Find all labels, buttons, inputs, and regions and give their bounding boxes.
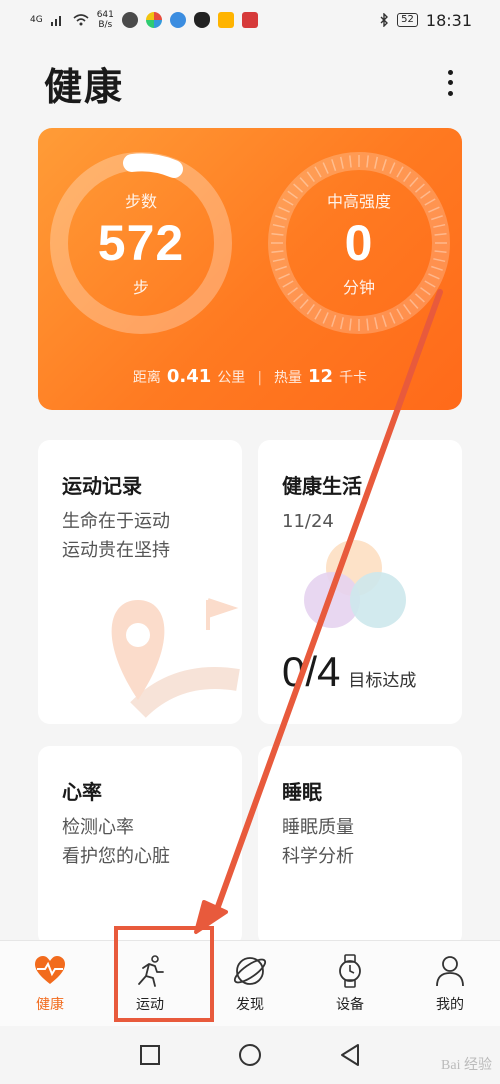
sleep-line1: 睡眠质量 — [282, 817, 354, 838]
status-bar: 4G 641 B/s 52 18:31 — [0, 0, 500, 40]
header: 健康 — [44, 58, 460, 109]
page-title: 健康 — [44, 64, 125, 109]
bottom-tab-bar: 健康 运动 发现 设备 我的 — [0, 940, 500, 1026]
tab-health[interactable]: 健康 — [10, 954, 90, 1014]
calorie-label: 热量 — [274, 370, 303, 386]
intensity-value: 0 — [344, 215, 374, 271]
tab-devices[interactable]: 设备 — [310, 953, 390, 1014]
exercise-record-card[interactable]: 运动记录 生命在于运动 运动贵在坚持 — [38, 440, 242, 724]
planet-icon — [233, 956, 267, 985]
distance-value: 0.41 — [166, 366, 212, 387]
tab-me-label: 我的 — [436, 996, 464, 1013]
intensity-label: 中高强度 — [326, 192, 391, 211]
app-notification-icon — [121, 12, 138, 28]
system-nav-bar — [0, 1026, 500, 1084]
goal-circles-icon — [304, 540, 406, 628]
app-notification-icon — [241, 12, 258, 28]
sleep-line2: 科学分析 — [282, 846, 354, 867]
app-notification-icon — [169, 12, 186, 28]
clock: 18:31 — [425, 10, 472, 30]
more-vertical-icon[interactable] — [440, 63, 460, 103]
footer-divider: | — [257, 370, 263, 386]
circle-icon[interactable] — [235, 1040, 265, 1070]
wifi-icon — [73, 14, 89, 26]
steps-unit: 步 — [132, 278, 149, 297]
exercise-record-line2: 运动贵在坚持 — [62, 540, 170, 561]
watch-icon — [339, 953, 361, 988]
tab-devices-label: 设备 — [336, 996, 364, 1013]
heart-rate-title: 心率 — [62, 780, 102, 804]
intensity-ring[interactable]: 中高强度 0 分钟 — [264, 148, 454, 338]
goal-value: 0/4 — [282, 648, 341, 695]
activity-summary-card[interactable]: 步数 572 步 中高强度 0 分钟 距离 0.41 公里 | 热量 12 千卡 — [38, 128, 462, 410]
net-speed-unit: B/s — [98, 20, 113, 30]
tab-me[interactable]: 我的 — [410, 954, 490, 1014]
triangle-back-icon[interactable] — [335, 1040, 365, 1070]
heart-rate-line1: 检测心率 — [62, 817, 134, 838]
sleep-title: 睡眠 — [282, 780, 322, 804]
goal-label: 目标达成 — [348, 671, 417, 691]
heart-pulse-icon — [35, 955, 65, 984]
sleep-card[interactable]: 睡眠 睡眠质量 科学分析 — [258, 746, 462, 946]
signal-indicator: 4G — [30, 15, 43, 25]
steps-label: 步数 — [124, 192, 157, 211]
app-notification-icon — [217, 12, 234, 28]
exercise-record-title: 运动记录 — [62, 474, 142, 498]
tab-discover[interactable]: 发现 — [210, 954, 290, 1014]
healthy-life-date: 11/24 — [282, 511, 334, 532]
square-icon[interactable] — [135, 1040, 165, 1070]
distance-label: 距离 — [132, 370, 161, 386]
steps-value: 572 — [97, 215, 185, 271]
app-notification-icon — [145, 12, 162, 28]
healthy-life-card[interactable]: 健康生活 11/24 0/4 目标达成 — [258, 440, 462, 724]
qq-icon — [193, 12, 210, 28]
annotation-highlight-box — [114, 926, 214, 1022]
exercise-record-line1: 生命在于运动 — [62, 511, 170, 532]
signal-bars-icon — [50, 16, 61, 26]
map-pin-route-icon — [111, 598, 240, 719]
steps-ring[interactable]: 步数 572 步 — [46, 148, 236, 338]
goal-progress: 0/4 目标达成 — [282, 648, 416, 696]
healthy-life-title: 健康生活 — [282, 474, 362, 498]
tab-health-label: 健康 — [36, 996, 64, 1013]
battery-indicator: 52 — [397, 13, 418, 27]
person-icon — [436, 955, 464, 986]
summary-footer: 距离 0.41 公里 | 热量 12 千卡 — [38, 366, 462, 387]
tab-discover-label: 发现 — [236, 996, 264, 1013]
net-speed: 641 B/s — [97, 10, 114, 30]
status-right: 52 18:31 — [379, 11, 472, 30]
bluetooth-icon — [380, 13, 389, 27]
heart-rate-card[interactable]: 心率 检测心率 看护您的心脏 — [38, 746, 242, 946]
intensity-unit: 分钟 — [342, 278, 375, 297]
heart-rate-line2: 看护您的心脏 — [62, 846, 170, 867]
net-speed-value: 641 — [96, 10, 114, 20]
calorie-unit: 千卡 — [339, 370, 368, 386]
status-left: 4G 641 B/s — [30, 10, 258, 30]
watermark: Bai 经验 — [441, 1058, 492, 1073]
calorie-value: 12 — [308, 366, 334, 387]
distance-unit: 公里 — [217, 370, 246, 386]
